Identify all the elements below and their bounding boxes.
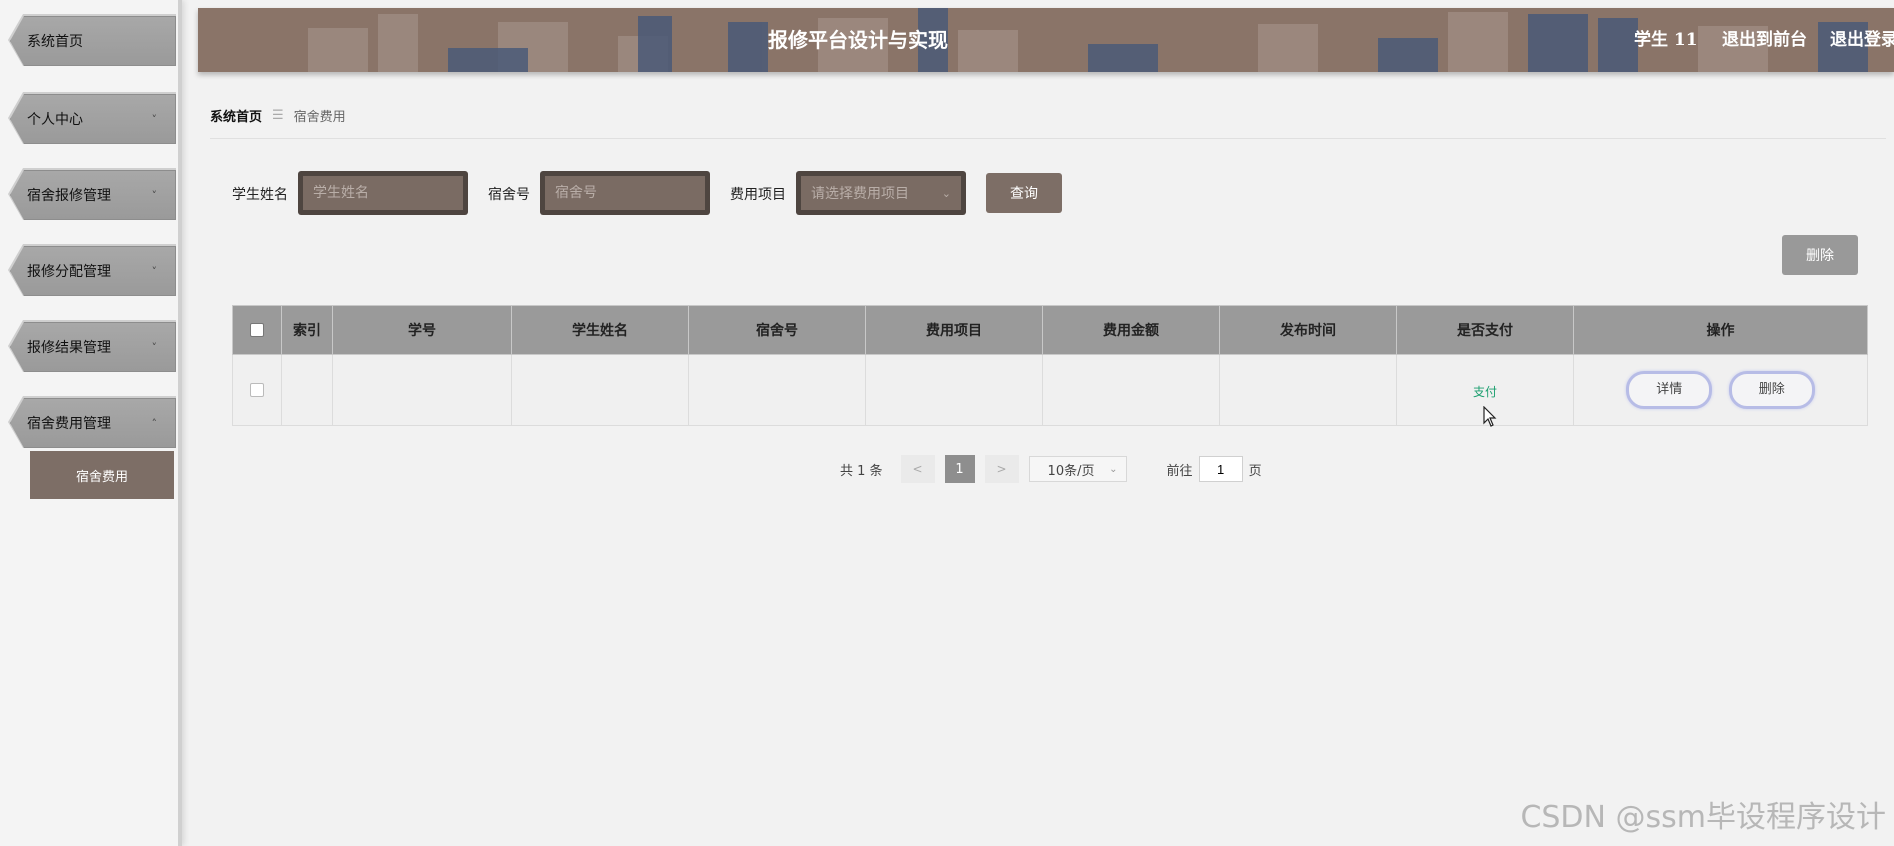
sidebar-item-label: 系统首页: [27, 34, 83, 50]
sidebar: 系统首页 个人中心 ˅ 宿舍报修管理 ˅ 报修分配管理 ˅ 报修结果管理 ˅ 宿…: [0, 0, 182, 846]
cell-student-name: [511, 354, 689, 426]
cell-fee-amount: [1042, 354, 1220, 426]
exit-to-front-link[interactable]: 退出到前台: [1722, 8, 1807, 72]
column-header: 费用项目: [865, 305, 1043, 355]
select-all-header: [232, 305, 282, 355]
column-header: 费用金额: [1042, 305, 1220, 355]
query-button[interactable]: 查询: [986, 173, 1062, 213]
pagination: 共 1 条 < 1 > 10条/页 ⌄ 前往 页: [840, 455, 1262, 483]
chevron-down-icon: ˅: [151, 112, 158, 126]
breadcrumb-separator-icon: ☰: [272, 108, 284, 123]
sidebar-item-repair-result[interactable]: 报修结果管理 ˅: [10, 322, 176, 372]
pagination-total: 共 1 条: [840, 463, 883, 479]
sidebar-item-personal-center[interactable]: 个人中心 ˅: [10, 94, 176, 144]
chevron-down-icon: ˅: [151, 340, 158, 354]
sidebar-subitem-dorm-fee[interactable]: 宿舍费用: [30, 451, 174, 499]
student-name-input[interactable]: [303, 176, 463, 210]
detail-button[interactable]: 详情: [1626, 371, 1713, 409]
column-header: 是否支付: [1396, 305, 1574, 355]
row-checkbox[interactable]: [250, 383, 264, 397]
sidebar-item-label: 报修分配管理: [27, 264, 111, 280]
sidebar-item-dorm-repair[interactable]: 宿舍报修管理 ˅: [10, 170, 176, 220]
sidebar-item-repair-assign[interactable]: 报修分配管理 ˅: [10, 246, 176, 296]
page-suffix-label: 页: [1248, 463, 1262, 479]
cell-publish-time: [1219, 354, 1397, 426]
table-row: 支付 详情 删除: [232, 354, 1868, 426]
column-header: 索引: [281, 305, 333, 355]
sidebar-item-home[interactable]: 系统首页: [10, 16, 176, 66]
column-header: 操作: [1573, 305, 1868, 355]
page-size-value: 10条/页: [1047, 463, 1095, 479]
fee-item-select[interactable]: 请选择费用项目 ⌄: [801, 176, 961, 210]
pay-link[interactable]: 支付: [1473, 385, 1497, 399]
column-header: 发布时间: [1219, 305, 1397, 355]
goto-label: 前往: [1166, 463, 1193, 479]
sidebar-item-label: 宿舍费用管理: [27, 416, 111, 432]
cell-student-no: [332, 354, 512, 426]
goto-page-input[interactable]: [1198, 456, 1243, 482]
breadcrumb-home[interactable]: 系统首页: [210, 106, 262, 125]
dorm-no-input[interactable]: [545, 176, 705, 210]
cell-index: [281, 354, 333, 426]
sidebar-item-label: 宿舍报修管理: [27, 188, 111, 204]
sidebar-item-label: 报修结果管理: [27, 340, 111, 356]
chevron-down-icon: ⌄: [1109, 463, 1118, 475]
divider: [210, 138, 1886, 139]
logout-link[interactable]: 退出登录: [1830, 8, 1894, 72]
breadcrumb: 系统首页 ☰ 宿舍费用: [210, 106, 346, 125]
breadcrumb-current: 宿舍费用: [293, 110, 346, 125]
select-all-checkbox[interactable]: [250, 323, 264, 337]
fee-item-label: 费用项目: [730, 187, 786, 203]
page-title: 报修平台设计与实现: [768, 28, 948, 52]
table-header-row: 索引 学号 学生姓名 宿舍号 费用项目 费用金额 发布时间 是否支付 操作: [232, 305, 1868, 355]
chevron-up-icon: ˄: [151, 416, 158, 430]
column-header: 学号: [332, 305, 512, 355]
mouse-cursor-icon: [1483, 406, 1497, 427]
cell-actions: 详情 删除: [1573, 354, 1868, 426]
student-name-label: 学生姓名: [232, 187, 288, 203]
next-page-button[interactable]: >: [984, 455, 1019, 483]
dorm-no-field-wrapper: [540, 171, 710, 215]
watermark: CSDN @ssm毕设程序设计: [1520, 800, 1886, 835]
chevron-down-icon: ˅: [151, 264, 158, 278]
fee-item-select-wrapper: 请选择费用项目 ⌄: [796, 171, 966, 215]
row-delete-button[interactable]: 删除: [1728, 371, 1815, 409]
column-header: 宿舍号: [688, 305, 866, 355]
top-header: 报修平台设计与实现 学生 11 退出到前台 退出登录: [198, 8, 1894, 72]
page-size-select[interactable]: 10条/页 ⌄: [1028, 456, 1127, 482]
fee-item-select-placeholder: 请选择费用项目: [811, 186, 909, 202]
chevron-down-icon: ⌄: [941, 186, 951, 200]
sidebar-item-label: 个人中心: [27, 112, 83, 128]
prev-page-button[interactable]: <: [900, 455, 935, 483]
row-select-cell: [232, 354, 282, 426]
chevron-down-icon: ˅: [151, 188, 158, 202]
cell-dorm-no: [688, 354, 866, 426]
student-name-field-wrapper: [298, 171, 468, 215]
column-header: 学生姓名: [511, 305, 689, 355]
cell-fee-item: [865, 354, 1043, 426]
fee-table: 索引 学号 学生姓名 宿舍号 费用项目 费用金额 发布时间 是否支付 操作 支付: [232, 305, 1868, 426]
user-name: 学生 11: [1634, 30, 1698, 50]
dorm-no-label: 宿舍号: [488, 187, 530, 203]
page-number-button[interactable]: 1: [944, 455, 975, 483]
batch-delete-button[interactable]: 删除: [1782, 235, 1858, 275]
sidebar-item-dorm-fee[interactable]: 宿舍费用管理 ˄: [10, 398, 176, 448]
